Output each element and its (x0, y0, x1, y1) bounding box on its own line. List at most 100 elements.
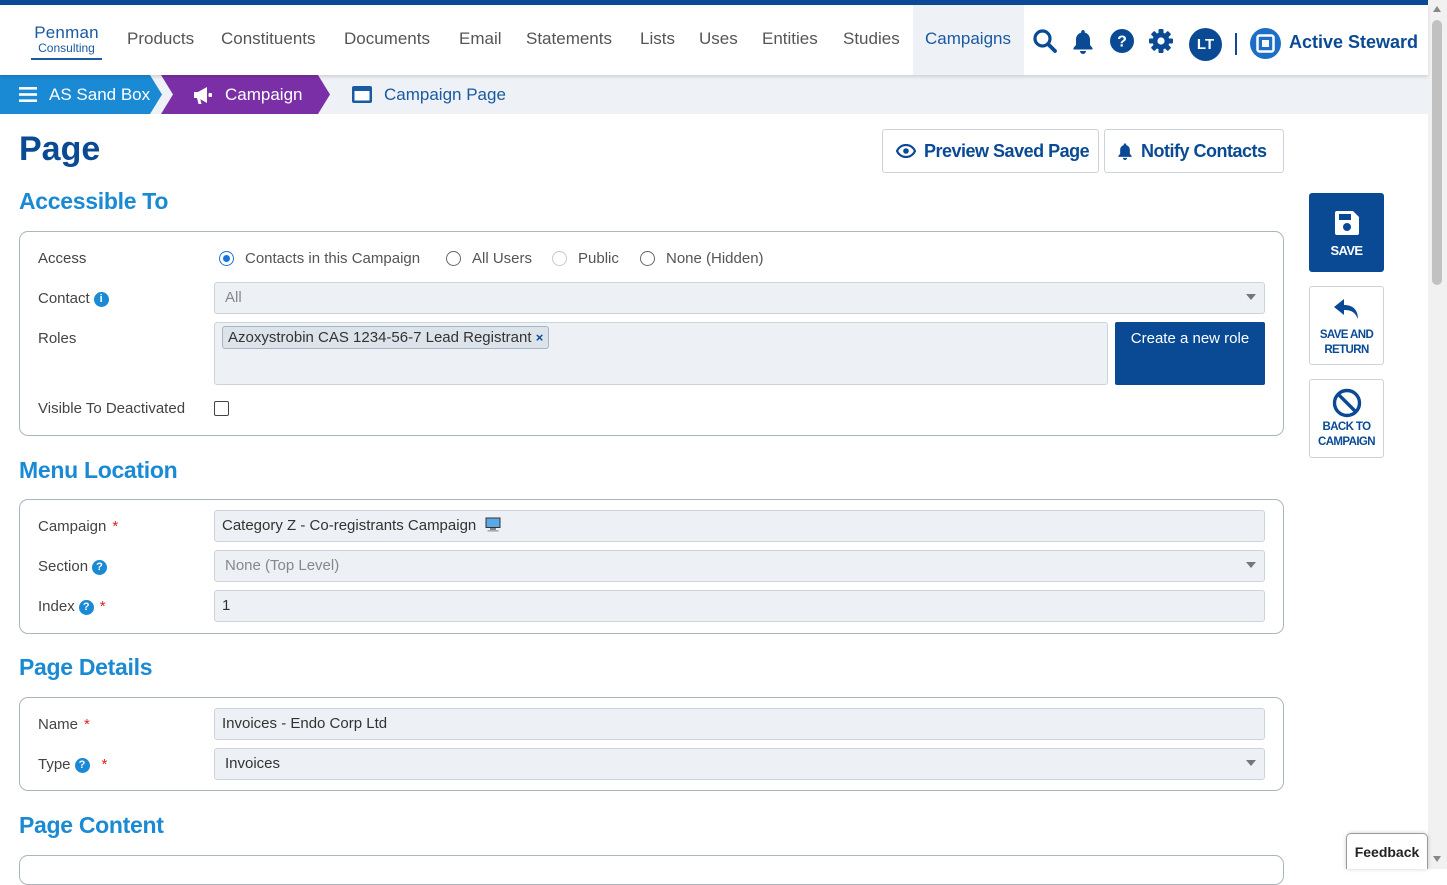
type-select-value: Invoices (225, 755, 281, 772)
undo-arrow-icon (1310, 297, 1383, 325)
save-and-return-line2: RETURN (1324, 344, 1369, 356)
contact-select[interactable]: All (214, 282, 1265, 314)
nav-item-studies[interactable]: Studies (843, 5, 900, 75)
index-label-text: Index (38, 598, 75, 615)
nav-divider (1235, 33, 1237, 55)
nav-item-products[interactable]: Products (127, 5, 194, 75)
nav-item-constituents[interactable]: Constituents (221, 5, 316, 75)
notify-contacts-button[interactable]: Notify Contacts (1104, 129, 1284, 173)
ban-icon (1310, 388, 1383, 418)
bell-icon[interactable] (1070, 27, 1096, 55)
nav-item-email[interactable]: Email (459, 5, 502, 75)
radio-contacts-in-campaign[interactable]: Contacts in this Campaign (219, 250, 420, 267)
save-and-return-line1: SAVE AND (1319, 329, 1374, 341)
save-button[interactable]: SAVE (1309, 193, 1384, 272)
megaphone-icon (192, 85, 214, 110)
nav-item-campaigns[interactable]: Campaigns (913, 5, 1024, 75)
nav-item-documents[interactable]: Documents (344, 5, 430, 75)
info-icon[interactable]: i (93, 291, 109, 307)
page-title: Page (19, 130, 101, 168)
back-to-campaign-button[interactable]: BACK TO CAMPAIGN (1309, 379, 1384, 458)
preview-saved-page-button[interactable]: Preview Saved Page (882, 129, 1099, 173)
campaign-label: Campaign * (38, 518, 118, 535)
type-label: Type? * (38, 756, 107, 773)
required-marker: * (101, 756, 108, 773)
type-label-text: Type (38, 756, 71, 773)
role-tag-label: Azoxystrobin CAS 1234-56-7 Lead Registra… (228, 329, 532, 346)
section-label-text: Section (38, 558, 89, 575)
section-select[interactable]: None (Top Level) (214, 550, 1265, 582)
gear-icon[interactable] (1147, 27, 1175, 55)
active-steward-logo-icon (1250, 28, 1281, 59)
help-icon[interactable]: ? (78, 599, 94, 615)
feedback-button[interactable]: Feedback (1346, 833, 1428, 869)
computer-icon (485, 513, 501, 543)
help-icon[interactable]: ? (74, 757, 90, 773)
scroll-up-arrow-icon[interactable] (1433, 6, 1441, 12)
accessible-to-heading: Accessible To (19, 188, 169, 214)
contact-label: Contact i (38, 290, 109, 307)
radio-all-users[interactable]: All Users (446, 250, 532, 267)
help-icon[interactable]: ? (92, 559, 108, 575)
radio-none-hidden[interactable]: None (Hidden) (640, 250, 764, 267)
section-label: Section? (38, 558, 108, 575)
back-to-campaign-line1: BACK TO (1322, 421, 1372, 433)
back-to-campaign-line2: CAMPAIGN (1318, 436, 1376, 448)
campaign-field-value: Category Z - Co-registrants Campaign (222, 517, 477, 534)
logo-line1: Penman (34, 23, 99, 42)
eye-icon (896, 144, 916, 158)
create-new-role-button[interactable]: Create a new role (1115, 322, 1265, 385)
radio-label: Public (578, 250, 619, 267)
remove-tag-icon[interactable]: × (536, 330, 544, 345)
page-content-panel (19, 855, 1284, 885)
search-icon[interactable] (1031, 27, 1059, 55)
floppy-disk-icon (1310, 210, 1383, 238)
access-label: Access (38, 250, 87, 267)
radio-circle (640, 251, 655, 266)
role-tag: Azoxystrobin CAS 1234-56-7 Lead Registra… (222, 326, 550, 349)
preview-saved-page-label: Preview Saved Page (924, 140, 1090, 161)
page-details-heading: Page Details (19, 654, 153, 680)
notify-contacts-label: Notify Contacts (1141, 140, 1267, 161)
scrollbar-thumb[interactable] (1432, 20, 1442, 285)
logo-line2: Consulting (38, 41, 95, 55)
radio-public[interactable]: Public (552, 250, 619, 267)
radio-label: All Users (472, 250, 533, 267)
save-and-return-button[interactable]: SAVE AND RETURN (1309, 286, 1384, 365)
contact-label-text: Contact (38, 290, 90, 307)
menu-icon (19, 87, 37, 107)
name-input[interactable]: Invoices - Endo Corp Ltd (214, 708, 1265, 740)
roles-label: Roles (38, 330, 77, 347)
nav-item-statements[interactable]: Statements (526, 5, 612, 75)
scroll-down-arrow-icon[interactable] (1433, 856, 1441, 862)
nav-item-lists[interactable]: Lists (640, 5, 675, 75)
page-scrollbar[interactable] (1428, 0, 1447, 869)
breadcrumb: AS Sand Box Campaign Campaign Page (0, 75, 1428, 114)
breadcrumb-campaign[interactable]: Campaign (161, 75, 330, 114)
required-marker: * (84, 716, 90, 733)
save-label: SAVE (1330, 243, 1363, 258)
roles-multiselect[interactable]: Azoxystrobin CAS 1234-56-7 Lead Registra… (214, 322, 1108, 385)
nav-item-uses[interactable]: Uses (699, 5, 738, 75)
nav-item-entities[interactable]: Entities (762, 5, 818, 75)
chevron-down-icon (1246, 294, 1256, 300)
name-label: Name * (38, 716, 90, 733)
name-label-text: Name (38, 716, 79, 733)
radio-circle (552, 251, 567, 266)
type-select[interactable]: Invoices (214, 748, 1265, 780)
user-avatar[interactable]: LT (1189, 28, 1222, 61)
required-marker: * (99, 598, 106, 615)
breadcrumb-page-label: Campaign Page (384, 85, 506, 104)
window-icon (352, 86, 372, 108)
breadcrumb-sandbox[interactable]: AS Sand Box (0, 75, 162, 114)
company-logo[interactable]: Penman Consulting (31, 24, 102, 60)
visible-to-deactivated-checkbox[interactable] (214, 401, 229, 416)
index-input[interactable]: 1 (214, 590, 1265, 622)
chevron-down-icon (1246, 562, 1256, 568)
visible-to-deactivated-label: Visible To Deactivated (38, 400, 186, 417)
help-icon[interactable]: ? (1108, 27, 1136, 55)
radio-circle (219, 251, 234, 266)
svg-text:?: ? (1117, 34, 1127, 51)
campaign-field: Category Z - Co-registrants Campaign (214, 510, 1265, 542)
required-marker: * (112, 518, 119, 535)
